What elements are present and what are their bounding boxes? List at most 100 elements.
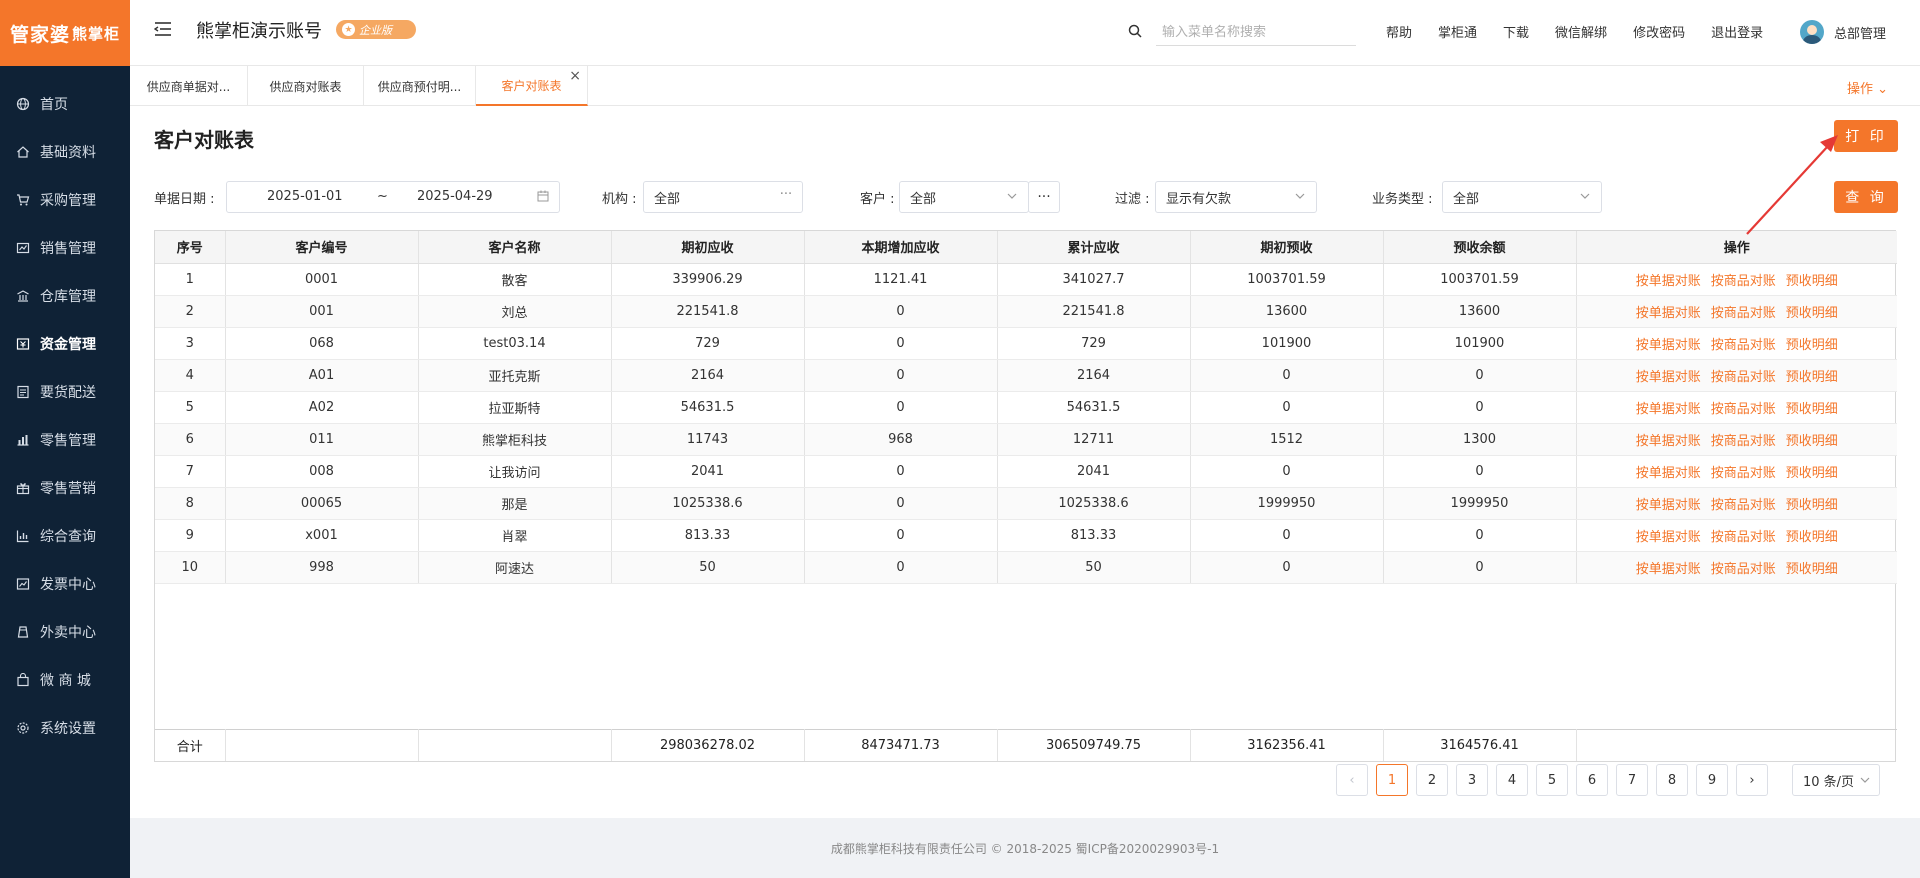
table-cell: 0: [1383, 455, 1577, 488]
org-select[interactable]: 全部 ···: [643, 181, 803, 213]
prepaid-detail-link[interactable]: 预收明细: [1786, 498, 1838, 513]
prepaid-detail-link[interactable]: 预收明细: [1786, 562, 1838, 577]
reconcile-by-product-link[interactable]: 按商品对账: [1711, 274, 1776, 289]
customer-label: 客户 :: [860, 192, 895, 207]
sidebar-item-label: 综合查询: [40, 529, 96, 545]
prepaid-detail-link[interactable]: 预收明细: [1786, 434, 1838, 449]
prepaid-detail-link[interactable]: 预收明细: [1786, 370, 1838, 385]
sidebar-item-5[interactable]: 仓库管理: [0, 272, 130, 320]
reconcile-by-document-link[interactable]: 按单据对账: [1636, 498, 1701, 513]
biz-type-select[interactable]: 全部: [1442, 181, 1602, 213]
date-separator: ~: [377, 189, 388, 204]
prepaid-detail-link[interactable]: 预收明细: [1786, 274, 1838, 289]
tabs-ops-dropdown[interactable]: 操作 ⌄: [1847, 78, 1888, 97]
table-cell: A02: [225, 391, 419, 424]
page-4-button[interactable]: 4: [1496, 764, 1528, 796]
top-link-3[interactable]: 下载: [1503, 22, 1529, 41]
tab-3[interactable]: 供应商预付明...: [364, 66, 476, 106]
page-6-button[interactable]: 6: [1576, 764, 1608, 796]
sidebar-item-1[interactable]: 首页: [0, 80, 130, 128]
total-cell: [1576, 729, 1897, 761]
reconcile-by-product-link[interactable]: 按商品对账: [1711, 306, 1776, 321]
table-cell: 0: [1190, 551, 1384, 584]
biz-type-label: 业务类型 :: [1372, 192, 1433, 207]
more-icon[interactable]: ···: [780, 187, 792, 202]
tab-2[interactable]: 供应商对账表: [248, 66, 364, 106]
page-1-button[interactable]: 1: [1376, 764, 1408, 796]
sidebar-item-4[interactable]: 销售管理: [0, 224, 130, 272]
sidebar-item-3[interactable]: 采购管理: [0, 176, 130, 224]
page-2-button[interactable]: 2: [1416, 764, 1448, 796]
reconcile-by-product-link[interactable]: 按商品对账: [1711, 402, 1776, 417]
page-8-button[interactable]: 8: [1656, 764, 1688, 796]
table-cell: 4: [155, 359, 226, 392]
date-end[interactable]: 2025-04-29: [417, 189, 493, 204]
reconcile-by-product-link[interactable]: 按商品对账: [1711, 434, 1776, 449]
page-9-button[interactable]: 9: [1696, 764, 1728, 796]
top-link-4[interactable]: 微信解绑: [1555, 22, 1607, 41]
reconcile-by-document-link[interactable]: 按单据对账: [1636, 434, 1701, 449]
close-icon[interactable]: ×: [569, 68, 581, 84]
sidebar-item-2[interactable]: 基础资料: [0, 128, 130, 176]
sidebar-item-label: 零售管理: [40, 433, 96, 449]
table-cell: 7: [155, 455, 226, 488]
reconcile-by-document-link[interactable]: 按单据对账: [1636, 466, 1701, 481]
top-link-5[interactable]: 修改密码: [1633, 22, 1685, 41]
user-menu[interactable]: 总部管理: [1800, 20, 1886, 44]
top-link-6[interactable]: 退出登录: [1711, 22, 1763, 41]
next-page-button[interactable]: ›: [1736, 764, 1768, 796]
reconcile-by-product-link[interactable]: 按商品对账: [1711, 562, 1776, 577]
reconcile-by-product-link[interactable]: 按商品对账: [1711, 498, 1776, 513]
sidebar-item-7[interactable]: 要货配送: [0, 368, 130, 416]
sidebar-item-14[interactable]: 系统设置: [0, 704, 130, 752]
print-button[interactable]: 打 印: [1834, 120, 1898, 152]
reconcile-by-document-link[interactable]: 按单据对账: [1636, 370, 1701, 385]
sidebar-item-8[interactable]: 零售管理: [0, 416, 130, 464]
sidebar-item-6[interactable]: 资金管理: [0, 320, 130, 368]
column-header: 客户编号: [225, 231, 419, 264]
page-3-button[interactable]: 3: [1456, 764, 1488, 796]
sidebar-item-9[interactable]: 零售营销: [0, 464, 130, 512]
menu-search-input[interactable]: [1156, 20, 1356, 46]
reconcile-by-product-link[interactable]: 按商品对账: [1711, 370, 1776, 385]
top-link-1[interactable]: 帮助: [1386, 22, 1412, 41]
table-cell: 011: [225, 423, 419, 456]
reconcile-by-document-link[interactable]: 按单据对账: [1636, 402, 1701, 417]
reconcile-by-document-link[interactable]: 按单据对账: [1636, 338, 1701, 353]
filter-select[interactable]: 显示有欠款: [1155, 181, 1317, 213]
customer-select[interactable]: 全部: [899, 181, 1029, 213]
reconcile-by-document-link[interactable]: 按单据对账: [1636, 306, 1701, 321]
tab-1[interactable]: 供应商单据对...: [130, 66, 248, 106]
sidebar-item-11[interactable]: 发票中心: [0, 560, 130, 608]
table-cell: 5: [155, 391, 226, 424]
reconcile-by-document-link[interactable]: 按单据对账: [1636, 530, 1701, 545]
prepaid-detail-link[interactable]: 预收明细: [1786, 306, 1838, 321]
menu-toggle-icon[interactable]: [154, 20, 172, 38]
total-cell: 3162356.41: [1190, 729, 1384, 761]
sidebar-item-10[interactable]: 综合查询: [0, 512, 130, 560]
page-size-select[interactable]: 10 条/页: [1792, 764, 1880, 796]
date-start[interactable]: 2025-01-01: [267, 189, 343, 204]
reconcile-by-document-link[interactable]: 按单据对账: [1636, 562, 1701, 577]
date-range-picker[interactable]: 2025-01-01 ~ 2025-04-29: [226, 181, 560, 213]
prepaid-detail-link[interactable]: 预收明细: [1786, 530, 1838, 545]
reconcile-by-document-link[interactable]: 按单据对账: [1636, 274, 1701, 289]
sidebar-item-12[interactable]: 外卖中心: [0, 608, 130, 656]
reconcile-by-product-link[interactable]: 按商品对账: [1711, 530, 1776, 545]
reconcile-by-product-link[interactable]: 按商品对账: [1711, 466, 1776, 481]
chevron-down-icon: [1007, 193, 1017, 199]
reconcile-by-product-link[interactable]: 按商品对账: [1711, 338, 1776, 353]
customer-more-button[interactable]: ···: [1028, 181, 1060, 213]
page-5-button[interactable]: 5: [1536, 764, 1568, 796]
tab-4[interactable]: 客户对账表 ×: [476, 66, 588, 106]
top-link-2[interactable]: 掌柜通: [1438, 22, 1477, 41]
table-cell: 221541.8: [997, 295, 1191, 328]
query-button[interactable]: 查 询: [1834, 181, 1898, 213]
search-icon[interactable]: [1128, 24, 1142, 38]
page-7-button[interactable]: 7: [1616, 764, 1648, 796]
prepaid-detail-link[interactable]: 预收明细: [1786, 338, 1838, 353]
prepaid-detail-link[interactable]: 预收明细: [1786, 466, 1838, 481]
prev-page-button[interactable]: ‹: [1336, 764, 1368, 796]
prepaid-detail-link[interactable]: 预收明细: [1786, 402, 1838, 417]
sidebar-item-13[interactable]: 微 商 城: [0, 656, 130, 704]
